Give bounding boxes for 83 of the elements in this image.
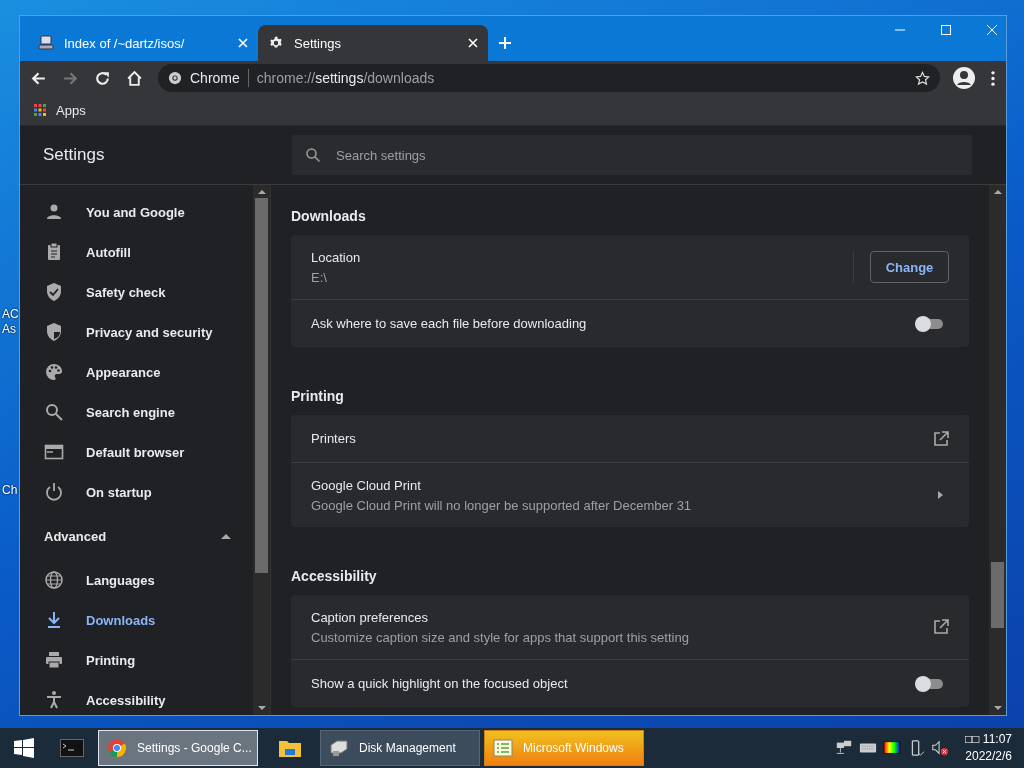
chevron-right-icon[interactable] xyxy=(938,491,943,499)
setting-label: Ask where to save each file before downloading xyxy=(311,316,588,331)
clock-date: 2022/2/6 xyxy=(965,748,1012,765)
reload-icon[interactable] xyxy=(94,69,111,87)
sidebar-item[interactable]: Printing xyxy=(20,640,253,680)
apps-grid-icon xyxy=(34,104,46,116)
muted-speaker-icon[interactable] xyxy=(931,739,950,757)
close-icon[interactable] xyxy=(986,24,998,36)
chrome-logo-icon xyxy=(168,71,182,85)
network-icon[interactable] xyxy=(835,739,854,757)
sidebar-item[interactable]: Autofill xyxy=(20,232,253,272)
shield-icon xyxy=(44,322,64,342)
computer-icon xyxy=(38,35,54,51)
sidebar-item[interactable]: Default browser xyxy=(20,432,253,472)
display-icon[interactable] xyxy=(883,739,902,757)
setting-label: Caption preferences xyxy=(311,609,430,625)
close-tab-icon[interactable] xyxy=(468,38,478,48)
sidebar-item[interactable]: You and Google xyxy=(20,192,253,232)
new-tab-icon[interactable] xyxy=(498,36,512,50)
toggle-switch[interactable] xyxy=(915,315,945,332)
site-label: Chrome xyxy=(190,70,240,86)
browser-tab[interactable]: Index of /~dartz/isos/ xyxy=(28,25,258,61)
setting-description: Google Cloud Print will no longer be supported after December 31 xyxy=(311,497,693,513)
home-icon[interactable] xyxy=(126,69,143,87)
desktop-icon-label: As xyxy=(2,322,16,336)
caret-icon xyxy=(221,533,231,539)
advanced-toggle[interactable]: Advanced xyxy=(20,512,253,560)
shield-check-icon xyxy=(44,282,64,302)
location-path: E:\ xyxy=(311,269,328,285)
scrollbar-thumb[interactable] xyxy=(991,562,1004,628)
external-link-icon[interactable] xyxy=(933,430,949,447)
scroll-down-icon[interactable] xyxy=(993,706,1002,711)
desktop-icon-label: Ch xyxy=(2,483,18,497)
profile-avatar-icon[interactable] xyxy=(952,66,976,90)
taskbar-button[interactable]: Disk Management xyxy=(320,730,480,766)
desktop-icon-label: AC xyxy=(2,307,19,321)
scrollbar-thumb[interactable] xyxy=(255,198,268,573)
browser-tab[interactable]: Settings xyxy=(258,25,488,61)
printer-icon xyxy=(44,650,64,670)
scroll-up-icon[interactable] xyxy=(257,189,266,194)
folder-icon[interactable] xyxy=(278,738,302,758)
menu-icon[interactable] xyxy=(990,69,996,87)
setting-description: Customize caption size and style for apps that support this setting xyxy=(311,629,690,645)
bookmark-item[interactable]: Apps xyxy=(34,102,86,118)
sidebar-item[interactable]: Accessibility xyxy=(20,680,253,715)
palette-icon xyxy=(44,362,64,382)
scroll-down-icon[interactable] xyxy=(257,706,266,711)
taskbar-button[interactable]: Settings - Google C... xyxy=(98,730,258,766)
search-field[interactable]: Search settings xyxy=(292,135,972,175)
address-bar[interactable]: Chrome chrome://settings/downloads xyxy=(158,64,940,92)
chrome-logo-icon xyxy=(107,738,127,758)
sidebar-item[interactable]: Languages xyxy=(20,560,253,600)
setting-label: Google Cloud Print xyxy=(311,477,422,493)
sidebar-item[interactable]: On startup xyxy=(20,472,253,512)
terminal-icon[interactable] xyxy=(60,739,84,757)
page-scrollbar[interactable] xyxy=(989,185,1006,715)
star-icon[interactable] xyxy=(915,70,930,86)
gear-icon xyxy=(268,35,284,51)
external-link-icon[interactable] xyxy=(933,619,949,635)
setting-label: Printers xyxy=(311,431,357,446)
person-icon xyxy=(44,202,64,222)
clock-time: □□ 11:07 xyxy=(965,731,1012,748)
search-icon xyxy=(305,147,321,163)
setting-label: Location xyxy=(311,249,362,265)
section-heading: Printing xyxy=(291,387,345,406)
setting-label: Show a quick highlight on the focused object xyxy=(311,676,569,691)
list-window-icon xyxy=(493,738,513,758)
start-icon[interactable] xyxy=(14,738,34,758)
section-heading: Downloads xyxy=(291,207,367,226)
disk-drive-icon xyxy=(329,738,349,758)
url-text: chrome://settings/downloads xyxy=(256,70,436,86)
scroll-up-icon[interactable] xyxy=(993,189,1002,194)
sidebar-item[interactable]: Privacy and security xyxy=(20,312,253,352)
sidebar-item[interactable]: Appearance xyxy=(20,352,253,392)
toggle-switch[interactable] xyxy=(915,675,945,692)
settings-title: Settings xyxy=(42,145,106,165)
sidebar-item[interactable]: Downloads xyxy=(20,600,253,640)
maximize-icon[interactable] xyxy=(940,24,952,36)
sidebar-item[interactable]: Safety check xyxy=(20,272,253,312)
sidebar-item[interactable]: Search engine xyxy=(20,392,253,432)
sidebar-scrollbar[interactable] xyxy=(253,185,270,715)
section-heading: Accessibility xyxy=(291,567,378,586)
change-button[interactable]: Change xyxy=(870,251,949,283)
